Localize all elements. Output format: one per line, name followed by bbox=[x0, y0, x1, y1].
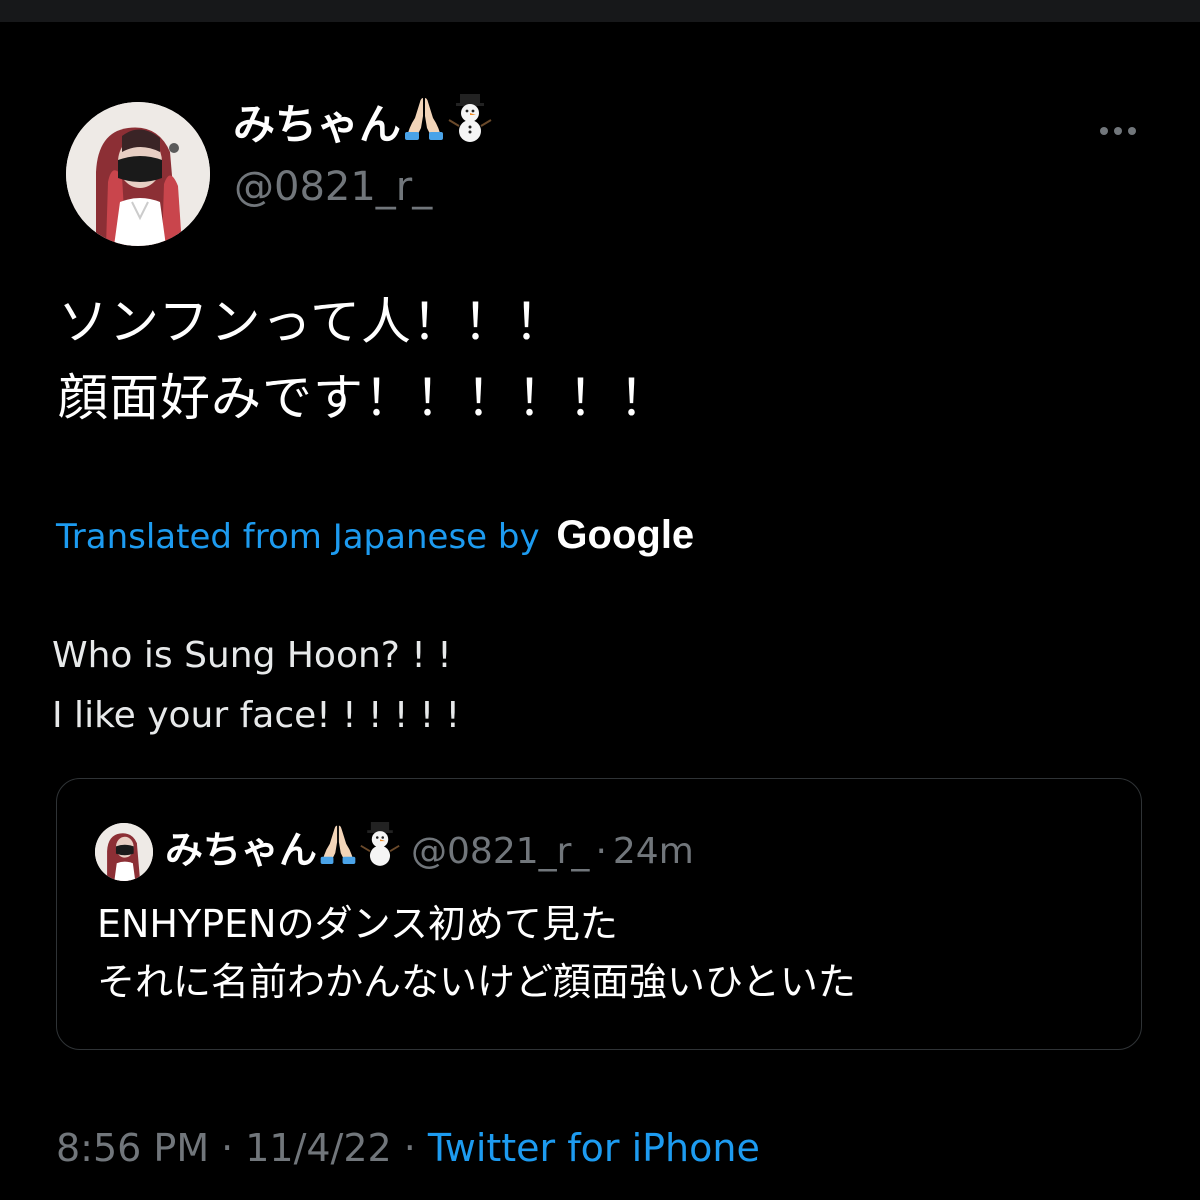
translated-text-line: Who is Sung Hoon? ! ! bbox=[52, 635, 452, 676]
folded-hands-icon bbox=[401, 94, 447, 153]
tweet-text-line: 顔面好みです！！！！！！ bbox=[58, 369, 670, 427]
translation-attribution: Translated from Japanese by Google bbox=[56, 510, 694, 562]
quoted-display-name: みちゃん bbox=[165, 828, 318, 872]
google-logo: Google bbox=[556, 513, 695, 557]
snowman-icon bbox=[359, 820, 401, 890]
display-name-text: みちゃん bbox=[233, 100, 402, 149]
translated-from-label[interactable]: Translated from Japanese by bbox=[56, 517, 540, 557]
avatar[interactable] bbox=[66, 102, 210, 246]
meta-separator: · bbox=[403, 1126, 416, 1170]
translated-text-line: I like your face! ! ! ! ! ! bbox=[52, 695, 461, 736]
tweet-text-line: ソンフンって人！！！ bbox=[58, 293, 565, 351]
avatar-image bbox=[66, 102, 210, 246]
quoted-username: @0821_r_ bbox=[411, 831, 590, 872]
tweet-metadata: 8:56 PM · 11/4/22 · Twitter for iPhone bbox=[56, 1118, 760, 1178]
quoted-tweet-card[interactable]: みちゃん @0821_r_ · 24m ENHYPENのダンス初めて見た それに名前… bbox=[56, 778, 1142, 1050]
tweet: みちゃん @0821_r_ ソンフンって人！！！ 顔面好みです！！！！！！ Tr… bbox=[0, 22, 1200, 1200]
tweet-time[interactable]: 8:56 PM bbox=[56, 1126, 209, 1170]
quoted-avatar bbox=[95, 823, 153, 881]
snowman-icon bbox=[447, 92, 493, 155]
tweet-text: ソンフンって人！！！ 顔面好みです！！！！！！ bbox=[58, 284, 670, 436]
meta-separator: · bbox=[221, 1126, 234, 1170]
quoted-avatar-image bbox=[95, 823, 153, 881]
quoted-text: ENHYPENのダンス初めて見た それに名前わかんないけど顔面強いひといた bbox=[97, 895, 856, 1011]
quoted-timestamp: 24m bbox=[612, 831, 694, 872]
more-options-icon[interactable] bbox=[1094, 118, 1142, 142]
quoted-text-line: ENHYPENのダンス初めて見た bbox=[97, 902, 618, 946]
translated-text: Who is Sung Hoon? ! ! I like your face! … bbox=[52, 626, 460, 746]
display-name[interactable]: みちゃん bbox=[233, 94, 493, 159]
quoted-separator: · bbox=[595, 831, 607, 872]
folded-hands-icon bbox=[317, 822, 359, 888]
username[interactable]: @0821_r_ bbox=[234, 162, 432, 212]
quoted-text-line: それに名前わかんないけど顔面強いひといた bbox=[97, 960, 856, 1004]
tweet-date[interactable]: 11/4/22 bbox=[245, 1126, 392, 1170]
tweet-source[interactable]: Twitter for iPhone bbox=[428, 1126, 760, 1170]
quoted-header: みちゃん @0821_r_ · 24m bbox=[165, 821, 694, 894]
top-strip bbox=[0, 0, 1200, 22]
